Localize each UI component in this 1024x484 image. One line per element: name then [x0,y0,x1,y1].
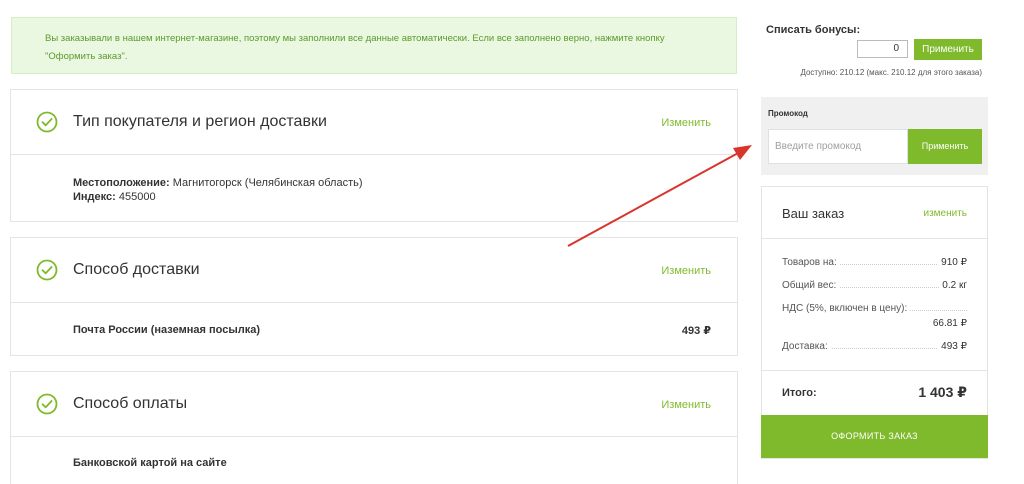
section-delivery: Способ доставки Изменить Почта России (н… [10,237,738,356]
section-header: Способ оплаты Изменить [11,372,737,437]
delivery-value: 493 ₽ [938,341,967,352]
vat-label: НДС (5%, включен в цену): [782,303,911,314]
summary-row-delivery: Доставка: 493 ₽ [782,341,967,355]
checkout-button[interactable]: ОФОРМИТЬ ЗАКАЗ [761,415,988,458]
section-buyer-region: Тип покупателя и регион доставки Изменит… [10,89,738,222]
location-value: Магнитогорск (Челябинская область) [169,177,363,189]
index-label: Индекс: [73,191,116,203]
divider [762,370,987,371]
section-header: Тип покупателя и регион доставки Изменит… [11,90,737,155]
section-body: Почта России (наземная посылка) 493 ₽ [11,303,737,337]
section-body: Местоположение: Магнитогорск (Челябинска… [11,155,737,204]
check-circle-icon [36,393,58,415]
section-title: Способ доставки [73,261,200,278]
total-value: 1 403 ₽ [918,384,967,400]
location-line: Местоположение: Магнитогорск (Челябинска… [73,176,737,190]
edit-delivery-link[interactable]: Изменить [661,265,711,277]
edit-payment-link[interactable]: Изменить [661,399,711,411]
bonus-amount-input[interactable]: 0 [857,40,908,58]
section-title: Тип покупателя и регион доставки [73,113,327,130]
order-header: Ваш заказ изменить [762,187,987,239]
notice-line-1: Вы заказывали в нашем интернет-магазине,… [45,33,665,44]
delivery-method: Почта России (наземная посылка) [73,324,260,336]
index-value: 455000 [115,191,156,203]
promo-code-input[interactable]: Введите промокод [768,129,908,164]
payment-method: Банковской картой на сайте [73,457,227,469]
promo-title: Промокод [768,109,808,118]
index-line: Индекс: 455000 [73,190,737,204]
items-label: Товаров на: [782,257,840,268]
section-payment: Способ оплаты Изменить Банковской картой… [10,371,738,484]
promo-code-box: Промокод Введите промокод Применить [761,97,988,175]
items-value: 910 ₽ [938,257,967,268]
order-title: Ваш заказ [782,206,845,221]
check-circle-icon [36,259,58,281]
section-body: Банковской картой на сайте [11,437,737,469]
weight-label: Общий вес: [782,280,840,291]
edit-buyer-region-link[interactable]: Изменить [661,117,711,129]
section-title: Способ оплаты [73,395,188,412]
section-header: Способ доставки Изменить [11,238,737,303]
bonus-title: Списать бонусы: [766,24,861,36]
bonus-available-text: Доступно: 210.12 (макс. 210.12 для этого… [800,68,982,77]
edit-order-link[interactable]: изменить [923,208,967,219]
weight-value: 0.2 кг [939,280,967,291]
apply-bonus-button[interactable]: Применить [914,39,982,60]
location-label: Местоположение: [73,177,170,189]
total-label: Итого: [782,387,817,399]
delivery-label: Доставка: [782,341,831,352]
apply-promo-button[interactable]: Применить [908,129,982,164]
summary-row-weight: Общий вес: 0.2 кг [782,280,967,294]
delivery-price: 493 ₽ [681,325,711,337]
check-circle-icon [36,111,58,133]
autofill-notice: Вы заказывали в нашем интернет-магазине,… [11,17,737,74]
summary-row-items: Товаров на: 910 ₽ [782,257,967,271]
notice-line-2: "Оформить заказ". [45,51,128,62]
vat-value: 66.81 ₽ [932,318,967,329]
